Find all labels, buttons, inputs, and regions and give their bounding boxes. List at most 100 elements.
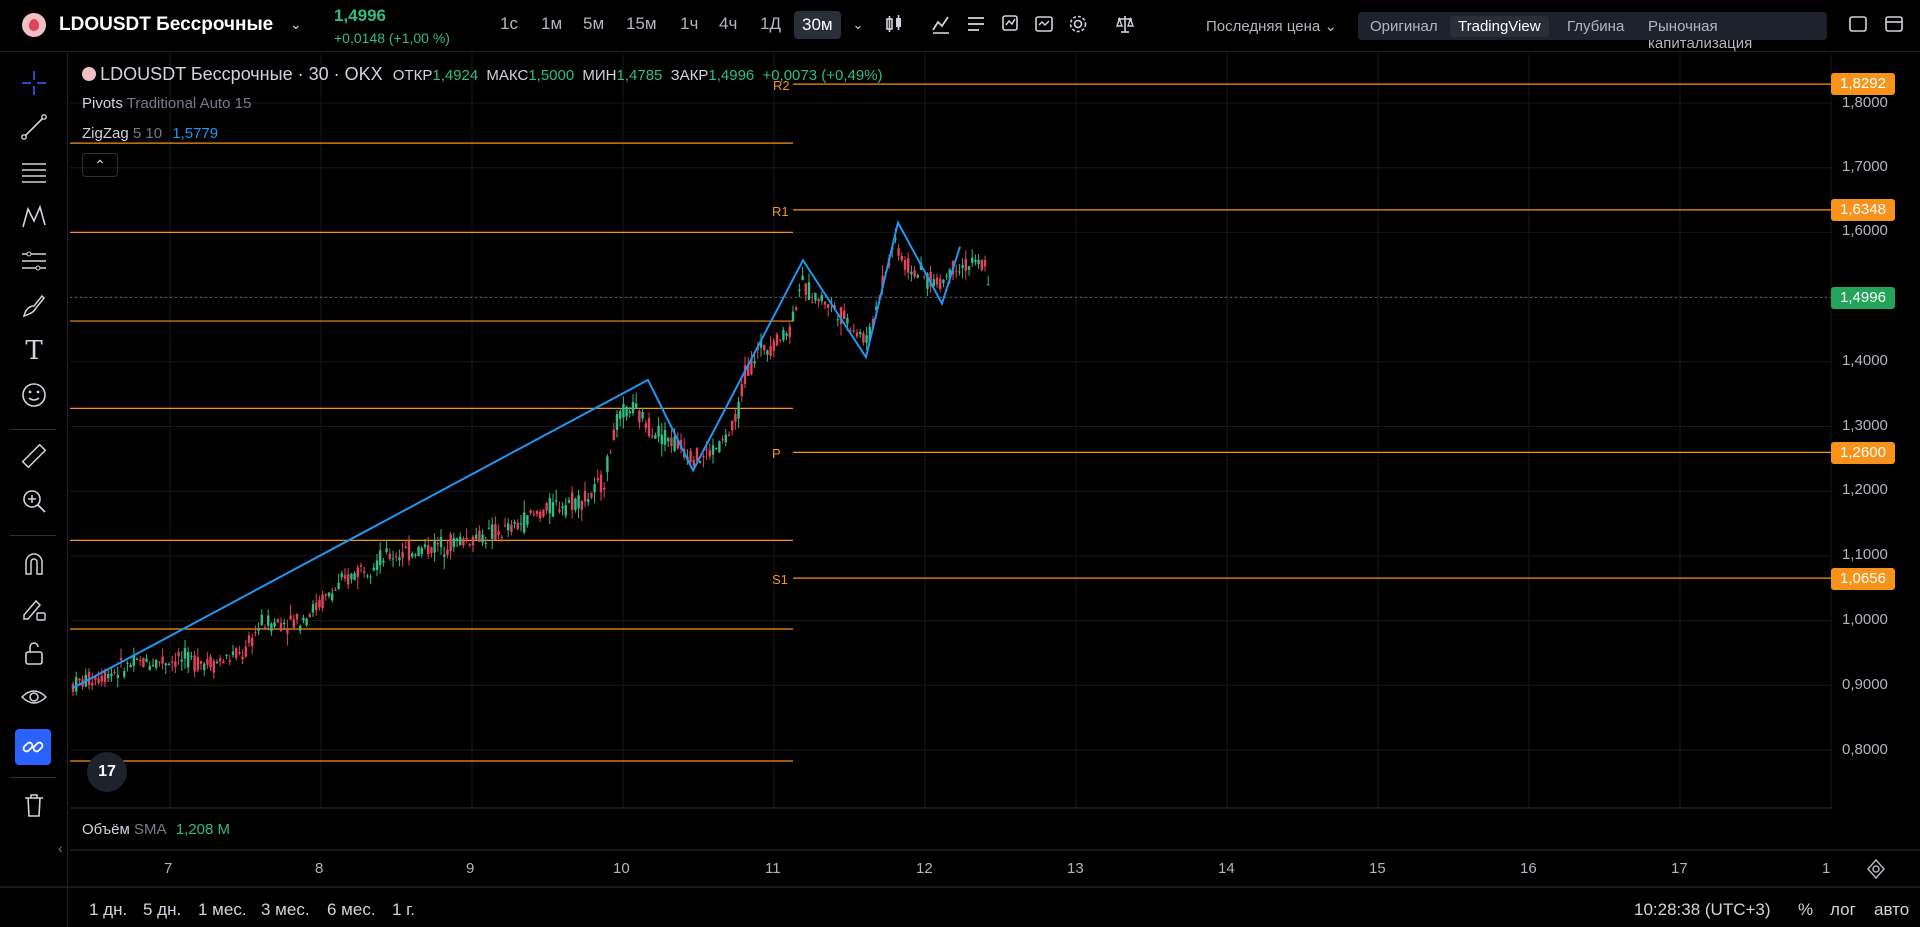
candle-body [647,418,651,437]
candle-body [699,460,702,463]
candle-body [580,501,583,510]
candle-body [395,556,398,558]
candle-body [958,271,961,273]
candle-body [203,663,206,671]
candle-body [855,332,859,337]
candle-body [311,604,315,613]
chart-legend: LDOUSDT Бессрочные · 30 · OKX ОТКР1,4924… [82,64,883,85]
candle-body [737,401,740,419]
candle-body [967,266,971,270]
candle-body [603,488,606,490]
candle-body [331,593,334,601]
candle-body [417,546,420,556]
candle-body [727,434,731,436]
zigzag-name: ZigZag [82,125,129,142]
pivots-legend[interactable]: Pivots Traditional Auto 15 [82,95,251,112]
pivot-p-label: P [772,446,781,461]
candle-body [91,682,94,686]
candle-body [427,545,430,555]
candle-body [766,350,769,355]
price-chart[interactable] [0,0,1920,927]
candle-body [129,664,132,668]
candle-body [433,540,436,553]
candle-body [119,657,123,660]
range-1d[interactable]: 1 дн. [89,900,127,920]
collapse-legend-button[interactable]: ⌃ [82,153,118,177]
candle-body [740,384,743,397]
candle-body [551,501,555,517]
candle-body [692,460,695,467]
candle-body [667,438,670,442]
candle-body [212,660,215,673]
range-1y[interactable]: 1 г. [392,900,415,920]
candle-body [171,661,174,663]
candle-body [100,675,103,682]
candle-body [971,257,974,263]
percent-scale-toggle[interactable]: % [1798,900,1813,920]
candle-body [411,553,414,557]
candle-body [900,255,903,261]
candle-body [516,522,519,530]
price-axis-label: 1,0000 [1842,611,1888,628]
time-axis-label: 12 [916,860,933,877]
candle-body [315,602,318,611]
auto-scale-toggle[interactable]: авто [1874,900,1909,920]
candle-body [523,512,526,533]
candle-body [507,523,510,531]
candle-body [366,575,369,577]
candle-body [753,361,756,364]
candle-body [641,412,644,419]
candle-body [526,515,529,525]
low-label: МИН [582,67,617,84]
candle-body [462,538,465,546]
high-label: МАКС [486,67,529,84]
candle-body [193,655,196,672]
candle-body [369,576,372,578]
candle-body [340,573,343,577]
candle-body [955,270,958,272]
candle-body [228,660,231,662]
candle-body [404,546,407,549]
candle-body [279,622,283,632]
candle-body [494,524,497,540]
candle-body [935,277,939,285]
candle-body [356,567,359,578]
candle-body [257,627,260,631]
clock[interactable]: 10:28:38 (UTC+3) [1634,900,1771,920]
candle-body [190,655,193,657]
volume-legend[interactable]: Объём SMA 1,208 M [82,821,230,838]
candle-body [289,615,292,620]
candle-body [715,448,718,450]
volume-label: Объём [82,821,130,838]
range-3m[interactable]: 3 мес. [261,900,310,920]
time-axis-label: 13 [1067,860,1084,877]
candle-body [219,658,222,662]
candle-body [811,302,814,304]
range-1m[interactable]: 1 мес. [198,900,247,920]
candle-body [817,298,820,302]
candle-body [398,557,401,561]
candle-body [670,437,673,446]
candle-body [631,401,635,414]
range-6m[interactable]: 6 мес. [327,900,376,920]
candle-body [382,560,385,563]
tradingview-logo[interactable]: 17 [87,752,127,792]
candle-body [859,331,862,335]
candle-body [318,599,321,608]
gear-icon[interactable] [1865,858,1887,885]
candle-body [270,623,273,632]
candle-body [430,547,433,554]
candle-body [235,648,238,658]
candle-body [942,279,945,284]
candle-body [734,413,737,422]
price-axis-label: 0,8000 [1842,741,1888,758]
zigzag-legend[interactable]: ZigZag 5 10 1,5779 [82,125,218,142]
candle-body [542,509,545,517]
open-label: ОТКР [392,67,433,84]
log-scale-toggle[interactable]: лог [1830,900,1856,920]
high-value: 1,5000 [528,67,575,84]
candle-body [711,445,715,455]
range-5d[interactable]: 5 дн. [143,900,181,920]
zigzag-params: 5 10 [132,125,163,142]
candle-body [788,326,791,338]
